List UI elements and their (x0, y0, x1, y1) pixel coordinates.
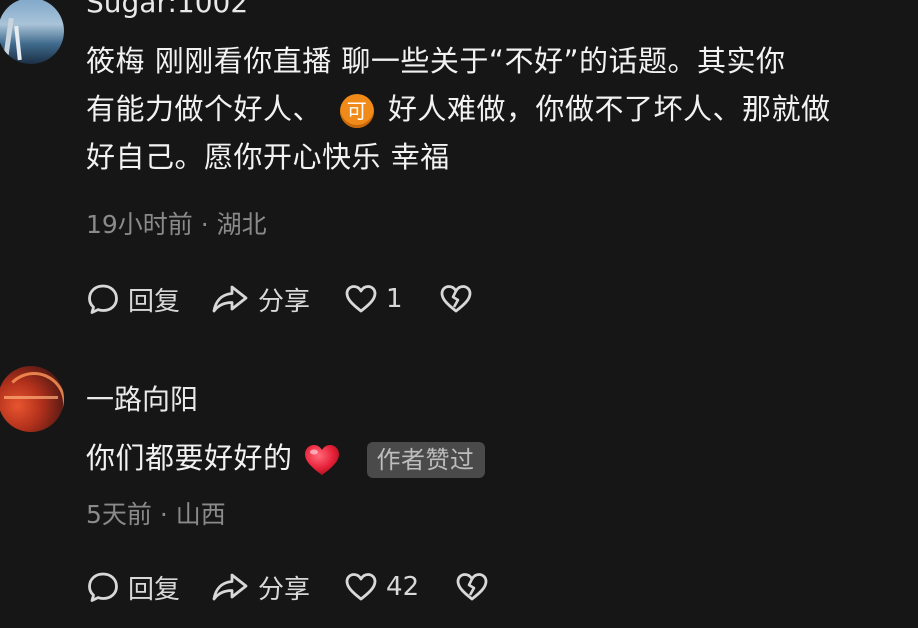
comment-meta: 19小时前 · 湖北 (86, 205, 267, 241)
share-arrow-icon (212, 285, 248, 313)
comment-item: 一路向阳 你们都要好好的 作者赞过 5天前 · 山西 回复 分享 42 (0, 360, 918, 628)
comment-actions: 回复 分享 42 (86, 567, 489, 607)
meta-separator: · (200, 210, 217, 239)
comment-bubble-icon (88, 572, 118, 602)
comment-location: 湖北 (216, 210, 267, 239)
heart-outline-icon (345, 573, 377, 601)
comment-text-line: 有能力做个好人、可好人难做，你做不了坏人、那就做 (86, 85, 906, 133)
comment-text: 筱梅 刚刚看你直播 聊一些关于“不好”的话题。其实你 有能力做个好人、可好人难做… (86, 37, 906, 181)
share-label: 分享 (258, 574, 311, 605)
comment-text-segment: 你们都要好好的 (86, 441, 293, 475)
heart-outline-icon (345, 285, 377, 313)
like-count: 1 (386, 284, 403, 314)
comment-time: 5天前 (86, 500, 152, 529)
comment-username[interactable]: Sugar:1002 (86, 0, 248, 19)
author-liked-badge: 作者赞过 (366, 442, 485, 478)
comment-time: 19小时前 (86, 210, 193, 239)
like-button[interactable]: 1 (344, 283, 403, 315)
reply-button[interactable]: 回复 (86, 281, 180, 318)
share-label: 分享 (258, 286, 311, 317)
comment-text: 你们都要好好的 作者赞过 (86, 434, 906, 482)
share-button[interactable]: 分享 (210, 281, 310, 318)
comment-username[interactable]: 一路向阳 (86, 378, 198, 418)
comment-item: Sugar:1002 筱梅 刚刚看你直播 聊一些关于“不好”的话题。其实你 有能… (0, 0, 918, 330)
dislike-button[interactable] (455, 571, 489, 603)
dislike-button[interactable] (439, 283, 473, 315)
broken-heart-icon (456, 573, 488, 601)
comment-bubble-icon (88, 284, 118, 314)
reply-label: 回复 (128, 286, 181, 317)
like-button[interactable]: 42 (344, 571, 419, 603)
reply-label: 回复 (128, 574, 181, 605)
orange-ke-emoji: 可 (340, 94, 375, 128)
reply-button[interactable]: 回复 (86, 569, 180, 606)
comment-text-line: 好自己。愿你开心快乐 幸福 (86, 140, 450, 174)
meta-separator: · (159, 500, 176, 529)
like-count: 42 (386, 572, 420, 602)
broken-heart-icon (440, 285, 471, 313)
comment-text-segment: 好人难做，你做不了坏人、那就做 (388, 92, 831, 126)
comment-actions: 回复 分享 1 (86, 279, 473, 319)
avatar[interactable] (0, 366, 64, 432)
comment-text-segment: 有能力做个好人、 (86, 92, 323, 126)
comment-text-line: 筱梅 刚刚看你直播 聊一些关于“不好”的话题。其实你 (86, 44, 786, 78)
red-heart-emoji (303, 443, 341, 477)
share-button[interactable]: 分享 (210, 569, 310, 606)
comment-meta: 5天前 · 山西 (86, 495, 226, 531)
share-arrow-icon (212, 573, 248, 601)
comment-location: 山西 (175, 500, 226, 529)
avatar[interactable] (0, 0, 64, 64)
